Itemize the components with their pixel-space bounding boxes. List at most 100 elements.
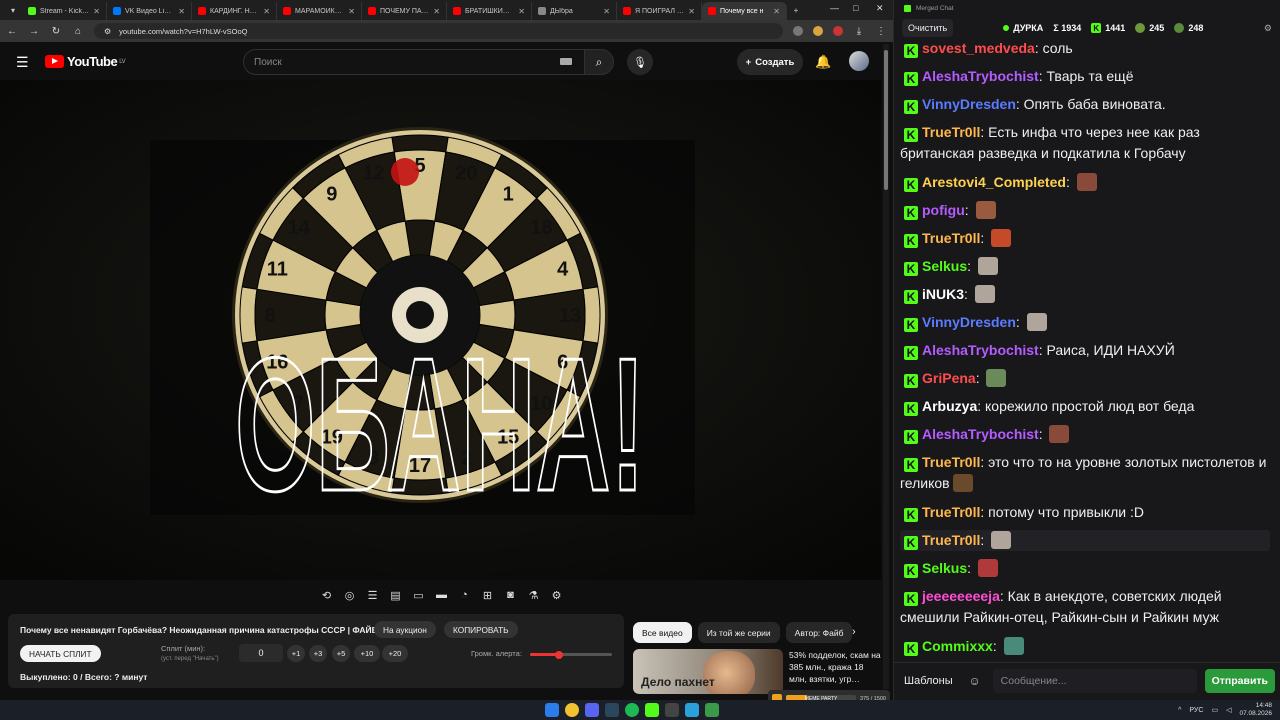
close-tab-icon[interactable]: ✕	[433, 7, 440, 16]
lab-flask-icon[interactable]: ⚗	[525, 587, 542, 604]
split-step-button[interactable]: +20	[382, 645, 408, 662]
search-input[interactable]: Поиск	[243, 49, 585, 75]
chat-username[interactable]: pofigu	[922, 202, 965, 218]
chat-username[interactable]: AleshaTrybochist	[922, 68, 1039, 84]
chat-username[interactable]: Arestovi4_Completed	[922, 174, 1066, 190]
clear-chat-button[interactable]: Очистить	[902, 19, 954, 37]
language-indicator[interactable]: РУС	[1189, 707, 1203, 714]
volume-icon[interactable]: ◁	[1226, 706, 1231, 714]
recommendation-title[interactable]: 53% подделок, скам на 385 млн., кража 18…	[789, 649, 881, 685]
start-icon[interactable]	[545, 703, 559, 717]
close-tab-icon[interactable]: ✕	[178, 7, 185, 16]
browser-tab[interactable]: КАРДИНГ. НАКР ✕	[192, 2, 277, 20]
video-player[interactable]: 5 20 1 18 4 13 6 10 15 2 17 3 19 7 16 8 11 14 9 12 ОБАНА!	[0, 80, 881, 580]
recommendation-thumbnail[interactable]: Дело пахнет	[633, 649, 783, 694]
extension-icon[interactable]	[793, 26, 803, 36]
avatar[interactable]	[849, 51, 869, 71]
playlist-settings-icon[interactable]: ☰	[364, 587, 381, 604]
browser-tab[interactable]: ДЫбра ✕	[532, 2, 617, 20]
volume-knob[interactable]	[554, 650, 563, 659]
clapperboard-icon[interactable]: ▤	[387, 587, 404, 604]
browser-tab[interactable]: Почему все н ✕	[702, 2, 787, 20]
split-step-button[interactable]: +1	[287, 645, 305, 662]
maximize-icon[interactable]: □	[853, 3, 858, 13]
chat-username[interactable]: Arbuzya	[922, 398, 977, 414]
discord-icon[interactable]	[585, 703, 599, 717]
minimize-icon[interactable]: —	[830, 3, 839, 13]
network-icon[interactable]: ▭	[1211, 706, 1218, 714]
chat-username[interactable]: Commixxx	[922, 638, 993, 654]
steam-icon[interactable]	[605, 703, 619, 717]
chat-username[interactable]: Selkus	[922, 258, 967, 274]
tab-search-icon[interactable]: ▾	[4, 1, 22, 19]
search-button[interactable]: ⌕	[584, 49, 614, 75]
chevron-right-icon[interactable]: ›	[852, 626, 856, 638]
start-split-button[interactable]: НАЧАТЬ СПЛИТ	[20, 645, 101, 662]
chat-username[interactable]: GriPena	[922, 370, 976, 386]
extension-icon[interactable]	[813, 26, 823, 36]
chat-username[interactable]: AleshaTrybochist	[922, 342, 1039, 358]
screenshot-icon[interactable]: ◙	[502, 587, 519, 604]
templates-button[interactable]: Шаблоны	[900, 675, 957, 687]
chat-username[interactable]: sovest_medveda	[922, 40, 1035, 56]
chat-username[interactable]: TrueTr0ll	[922, 532, 980, 548]
close-tab-icon[interactable]: ✕	[263, 7, 270, 16]
split-minutes-input[interactable]: 0	[239, 644, 283, 662]
browser-tab[interactable]: Stream - Kick Dash✕	[22, 2, 107, 20]
close-window-icon[interactable]: ✕	[876, 3, 884, 14]
filter-chip[interactable]: Все видео	[633, 622, 692, 643]
split-step-button[interactable]: +10	[354, 645, 380, 662]
add-box-icon[interactable]: ⊞	[479, 587, 496, 604]
chat-username[interactable]: Selkus	[922, 560, 967, 576]
chat-username[interactable]: TrueTr0ll	[922, 454, 980, 470]
broadcast-icon[interactable]: ◎	[341, 587, 358, 604]
browser-tab[interactable]: МАРАМОЙКИ УФ ✕	[277, 2, 362, 20]
chat-username[interactable]: VinnyDresden	[922, 314, 1016, 330]
spotify-icon[interactable]	[625, 703, 639, 717]
chat-username[interactable]: TrueTr0ll	[922, 124, 980, 140]
kick-app-icon[interactable]	[645, 703, 659, 717]
close-tab-icon[interactable]: ✕	[773, 7, 780, 16]
scrollbar-thumb[interactable]	[884, 50, 888, 190]
split-step-button[interactable]: +5	[332, 645, 350, 662]
home-icon[interactable]: ⌂	[72, 26, 84, 37]
youtube-logo[interactable]: YouTube LV	[45, 54, 126, 69]
filter-chip[interactable]: Из той же серии	[697, 622, 780, 643]
speed-icon[interactable]: ◔	[456, 587, 473, 604]
close-tab-icon[interactable]: ✕	[93, 7, 100, 16]
clock[interactable]: 14:48 07.08.2026	[1239, 702, 1272, 718]
theater-icon[interactable]: ▬	[433, 587, 450, 604]
split-step-button[interactable]: +3	[309, 645, 327, 662]
chat-username[interactable]: TrueTr0ll	[922, 230, 980, 246]
chat-settings-icon[interactable]: ⚙	[1264, 23, 1272, 34]
filter-chip[interactable]: Автор: Файб	[785, 622, 853, 643]
telegram-icon[interactable]	[685, 703, 699, 717]
app-icon[interactable]	[705, 703, 719, 717]
keyboard-icon[interactable]	[560, 58, 572, 65]
close-tab-icon[interactable]: ✕	[688, 7, 695, 16]
send-button[interactable]: Отправить	[1204, 668, 1275, 693]
copy-button[interactable]: КОПИРОВАТЬ	[444, 621, 518, 638]
browser-tab[interactable]: БРАТИШКИН СО✕	[447, 2, 532, 20]
close-tab-icon[interactable]: ✕	[603, 7, 610, 16]
chat-username[interactable]: VinnyDresden	[922, 96, 1016, 112]
chat-username[interactable]: TrueTr0ll	[922, 504, 980, 520]
hamburger-menu-icon[interactable]: ☰	[16, 54, 29, 71]
browser-tab[interactable]: ПОЧЕМУ ПАПА Р✕	[362, 2, 447, 20]
voice-search-button[interactable]: 🎙	[627, 49, 653, 75]
close-tab-icon[interactable]: ✕	[348, 7, 355, 16]
forward-icon[interactable]: →	[28, 26, 40, 37]
settings-gear-icon[interactable]: ⚙	[548, 587, 565, 604]
page-scrollbar[interactable]	[883, 44, 889, 689]
back-icon[interactable]: ←	[6, 26, 18, 37]
chrome-icon[interactable]	[565, 703, 579, 717]
auction-button[interactable]: На аукцион	[374, 621, 436, 638]
chat-username[interactable]: AleshaTrybochist	[922, 426, 1039, 442]
close-tab-icon[interactable]: ✕	[518, 7, 525, 16]
chat-username[interactable]: iNUK3	[922, 286, 964, 302]
menu-icon[interactable]: ⋮	[875, 26, 887, 37]
pip-icon[interactable]: ▭	[410, 587, 427, 604]
browser-tab[interactable]: VK Видео Live — ✕	[107, 2, 192, 20]
extension-icon[interactable]	[833, 26, 843, 36]
message-input[interactable]: Сообщение...	[992, 668, 1197, 693]
